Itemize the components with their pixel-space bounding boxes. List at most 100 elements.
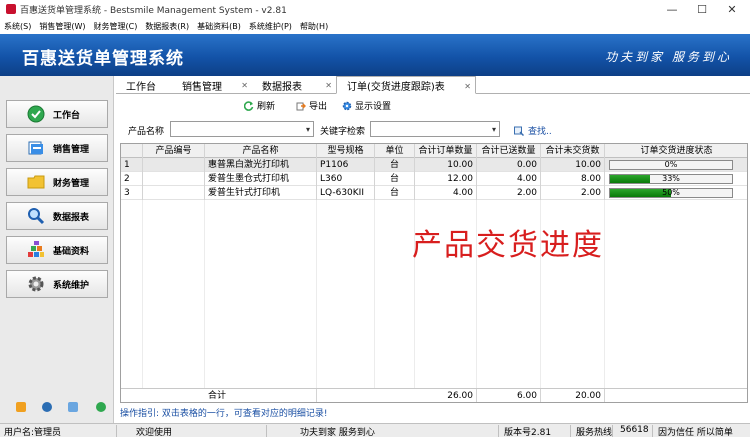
column-header	[121, 144, 143, 158]
sidebar-quick-icons	[0, 398, 114, 418]
chevron-down-icon: ▾	[305, 125, 310, 134]
close-tab-icon[interactable]: ✕	[464, 82, 471, 91]
menu-system[interactable]: 系统(S)	[4, 21, 31, 32]
status-number: 56618	[620, 425, 649, 435]
table-total-row: 合计 26.00 6.00 20.00	[121, 388, 747, 402]
magnifier-icon	[27, 207, 45, 225]
sidebar-item-label: 基础资料	[53, 246, 90, 257]
status-slogan: 功夫到家 服务到心	[300, 428, 375, 437]
delivery-progress-bar: 50%	[609, 188, 733, 198]
sales-document-icon	[27, 139, 45, 157]
keyword-search-select[interactable]: ▾	[370, 121, 500, 137]
folder-icon	[27, 173, 45, 191]
maximize-button[interactable]: ☐	[688, 0, 716, 18]
table-row[interactable]: 2 爱普生墨仓式打印机 L360 台 12.00 4.00 8.00 33%	[121, 172, 747, 186]
sidebar-item-label: 工作台	[53, 110, 81, 121]
menu-finance[interactable]: 财务管理(C)	[93, 21, 137, 32]
chevron-down-icon: ▾	[491, 125, 496, 134]
column-header: 产品编号	[143, 144, 205, 158]
status-user: 用户名:管理员	[4, 428, 62, 437]
refresh-icon[interactable]	[96, 402, 106, 412]
gear-icon	[27, 275, 45, 293]
order-progress-table: 产品编号 产品名称 型号规格 单位 合计订单数量 合计已送数量 合计未交货数 订…	[120, 143, 748, 403]
minimize-button[interactable]: —	[658, 0, 686, 18]
system-name: 百惠送货单管理系统	[22, 49, 184, 69]
menu-sales[interactable]: 销售管理(W)	[39, 21, 85, 32]
window-title: 百惠送货单管理系统 - Bestsmile Management System …	[20, 5, 287, 16]
sidebar: 工作台 销售管理 财务管理 数据报表 基础资料 系统维护	[0, 76, 114, 423]
total-pending: 20.00	[541, 389, 605, 402]
main-content: 工作台 销售管理 ✕ 数据报表 ✕ 订单(交货进度跟踪)表 ✕ 刷新 导出 显示…	[116, 76, 750, 423]
info-icon[interactable]	[42, 402, 52, 412]
total-label: 合计	[205, 389, 317, 402]
total-ordered: 26.00	[415, 389, 477, 402]
sidebar-item-basic-data[interactable]: 基础资料	[6, 236, 108, 264]
close-tab-icon[interactable]: ✕	[325, 81, 332, 90]
status-bar: 用户名:管理员 欢迎使用 功夫到家 服务到心 版本号2.81 服务热线 5661…	[0, 423, 750, 437]
app-logo-icon	[6, 4, 16, 14]
close-button[interactable]: ✕	[718, 0, 746, 18]
refresh-icon	[244, 100, 254, 111]
tab-bar: 工作台 销售管理 ✕ 数据报表 ✕ 订单(交货进度跟踪)表 ✕	[116, 76, 750, 94]
menu-basic-data[interactable]: 基础资料(B)	[197, 21, 241, 32]
calculator-icon[interactable]	[68, 402, 78, 412]
progress-text: 0%	[664, 160, 678, 169]
export-button[interactable]: 导出	[296, 99, 327, 112]
header-banner: 百惠送货单管理系统 功夫到家 服务到心	[0, 34, 750, 76]
column-header: 合计已送数量	[477, 144, 541, 158]
column-header: 单位	[375, 144, 415, 158]
column-header: 型号规格	[317, 144, 375, 158]
column-header: 合计未交货数	[541, 144, 605, 158]
sidebar-item-label: 财务管理	[53, 178, 90, 189]
menu-help[interactable]: 帮助(H)	[300, 21, 328, 32]
close-tab-icon[interactable]: ✕	[241, 81, 248, 90]
operation-hint: 操作指引: 双击表格的一行，可查看对应的明细记录!	[120, 409, 328, 419]
menu-reports[interactable]: 数据报表(R)	[145, 21, 189, 32]
title-bar: 百惠送货单管理系统 - Bestsmile Management System …	[0, 0, 750, 18]
toolbar: 刷新 导出 显示设置	[116, 96, 750, 116]
progress-text: 33%	[662, 174, 680, 183]
status-tagline: 因为信任 所以简单	[658, 428, 733, 437]
menu-bar: 系统(S) 销售管理(W) 财务管理(C) 数据报表(R) 基础资料(B) 系统…	[0, 18, 750, 34]
sidebar-item-maintenance[interactable]: 系统维护	[6, 270, 108, 298]
sidebar-item-reports[interactable]: 数据报表	[6, 202, 108, 230]
menu-maintenance[interactable]: 系统维护(P)	[249, 21, 292, 32]
building-blocks-icon	[27, 241, 45, 259]
tab-order-tracking[interactable]: 订单(交货进度跟踪)表 ✕	[336, 76, 476, 94]
tab-sales[interactable]: 销售管理 ✕	[172, 76, 252, 94]
home-icon[interactable]	[16, 402, 26, 412]
search-button[interactable]: 查找..	[514, 124, 552, 137]
sidebar-item-label: 数据报表	[53, 212, 90, 223]
overlay-caption: 产品交货进度	[412, 228, 604, 263]
sidebar-item-label: 系统维护	[53, 280, 90, 291]
table-row[interactable]: 1 惠普黑白激光打印机 P1106 台 10.00 0.00 10.00 0%	[121, 158, 747, 172]
check-circle-icon	[27, 105, 45, 123]
delivery-progress-bar: 33%	[609, 174, 733, 184]
refresh-button[interactable]: 刷新	[244, 99, 275, 112]
keyword-search-label: 关键字检索	[320, 127, 366, 137]
sidebar-item-finance[interactable]: 财务管理	[6, 168, 108, 196]
status-version: 版本号2.81	[504, 428, 552, 437]
tab-reports[interactable]: 数据报表 ✕	[252, 76, 336, 94]
delivery-progress-bar: 0%	[609, 160, 733, 170]
tab-workbench[interactable]: 工作台	[116, 76, 172, 94]
sidebar-item-label: 销售管理	[53, 144, 90, 155]
product-name-label: 产品名称	[128, 127, 165, 137]
status-welcome: 欢迎使用	[136, 428, 173, 437]
status-service-label: 服务热线	[576, 428, 613, 437]
progress-text: 50%	[662, 188, 680, 197]
settings-gear-icon	[342, 101, 352, 111]
banner-slogan: 功夫到家 服务到心	[605, 50, 732, 64]
display-settings-button[interactable]: 显示设置	[342, 99, 391, 112]
product-name-select[interactable]: ▾	[170, 121, 314, 137]
table-row[interactable]: 3 爱普生针式打印机 LQ-630KII 台 4.00 2.00 2.00 50…	[121, 186, 747, 200]
sidebar-item-sales[interactable]: 销售管理	[6, 134, 108, 162]
table-header: 产品编号 产品名称 型号规格 单位 合计订单数量 合计已送数量 合计未交货数 订…	[121, 144, 747, 158]
column-header: 产品名称	[205, 144, 317, 158]
filter-bar: 产品名称 ▾ 关键字检索 ▾ 查找..	[116, 120, 750, 140]
sidebar-item-workbench[interactable]: 工作台	[6, 100, 108, 128]
column-header: 订单交货进度状态	[605, 144, 747, 158]
search-icon	[514, 126, 525, 136]
export-icon	[296, 101, 306, 111]
column-header: 合计订单数量	[415, 144, 477, 158]
